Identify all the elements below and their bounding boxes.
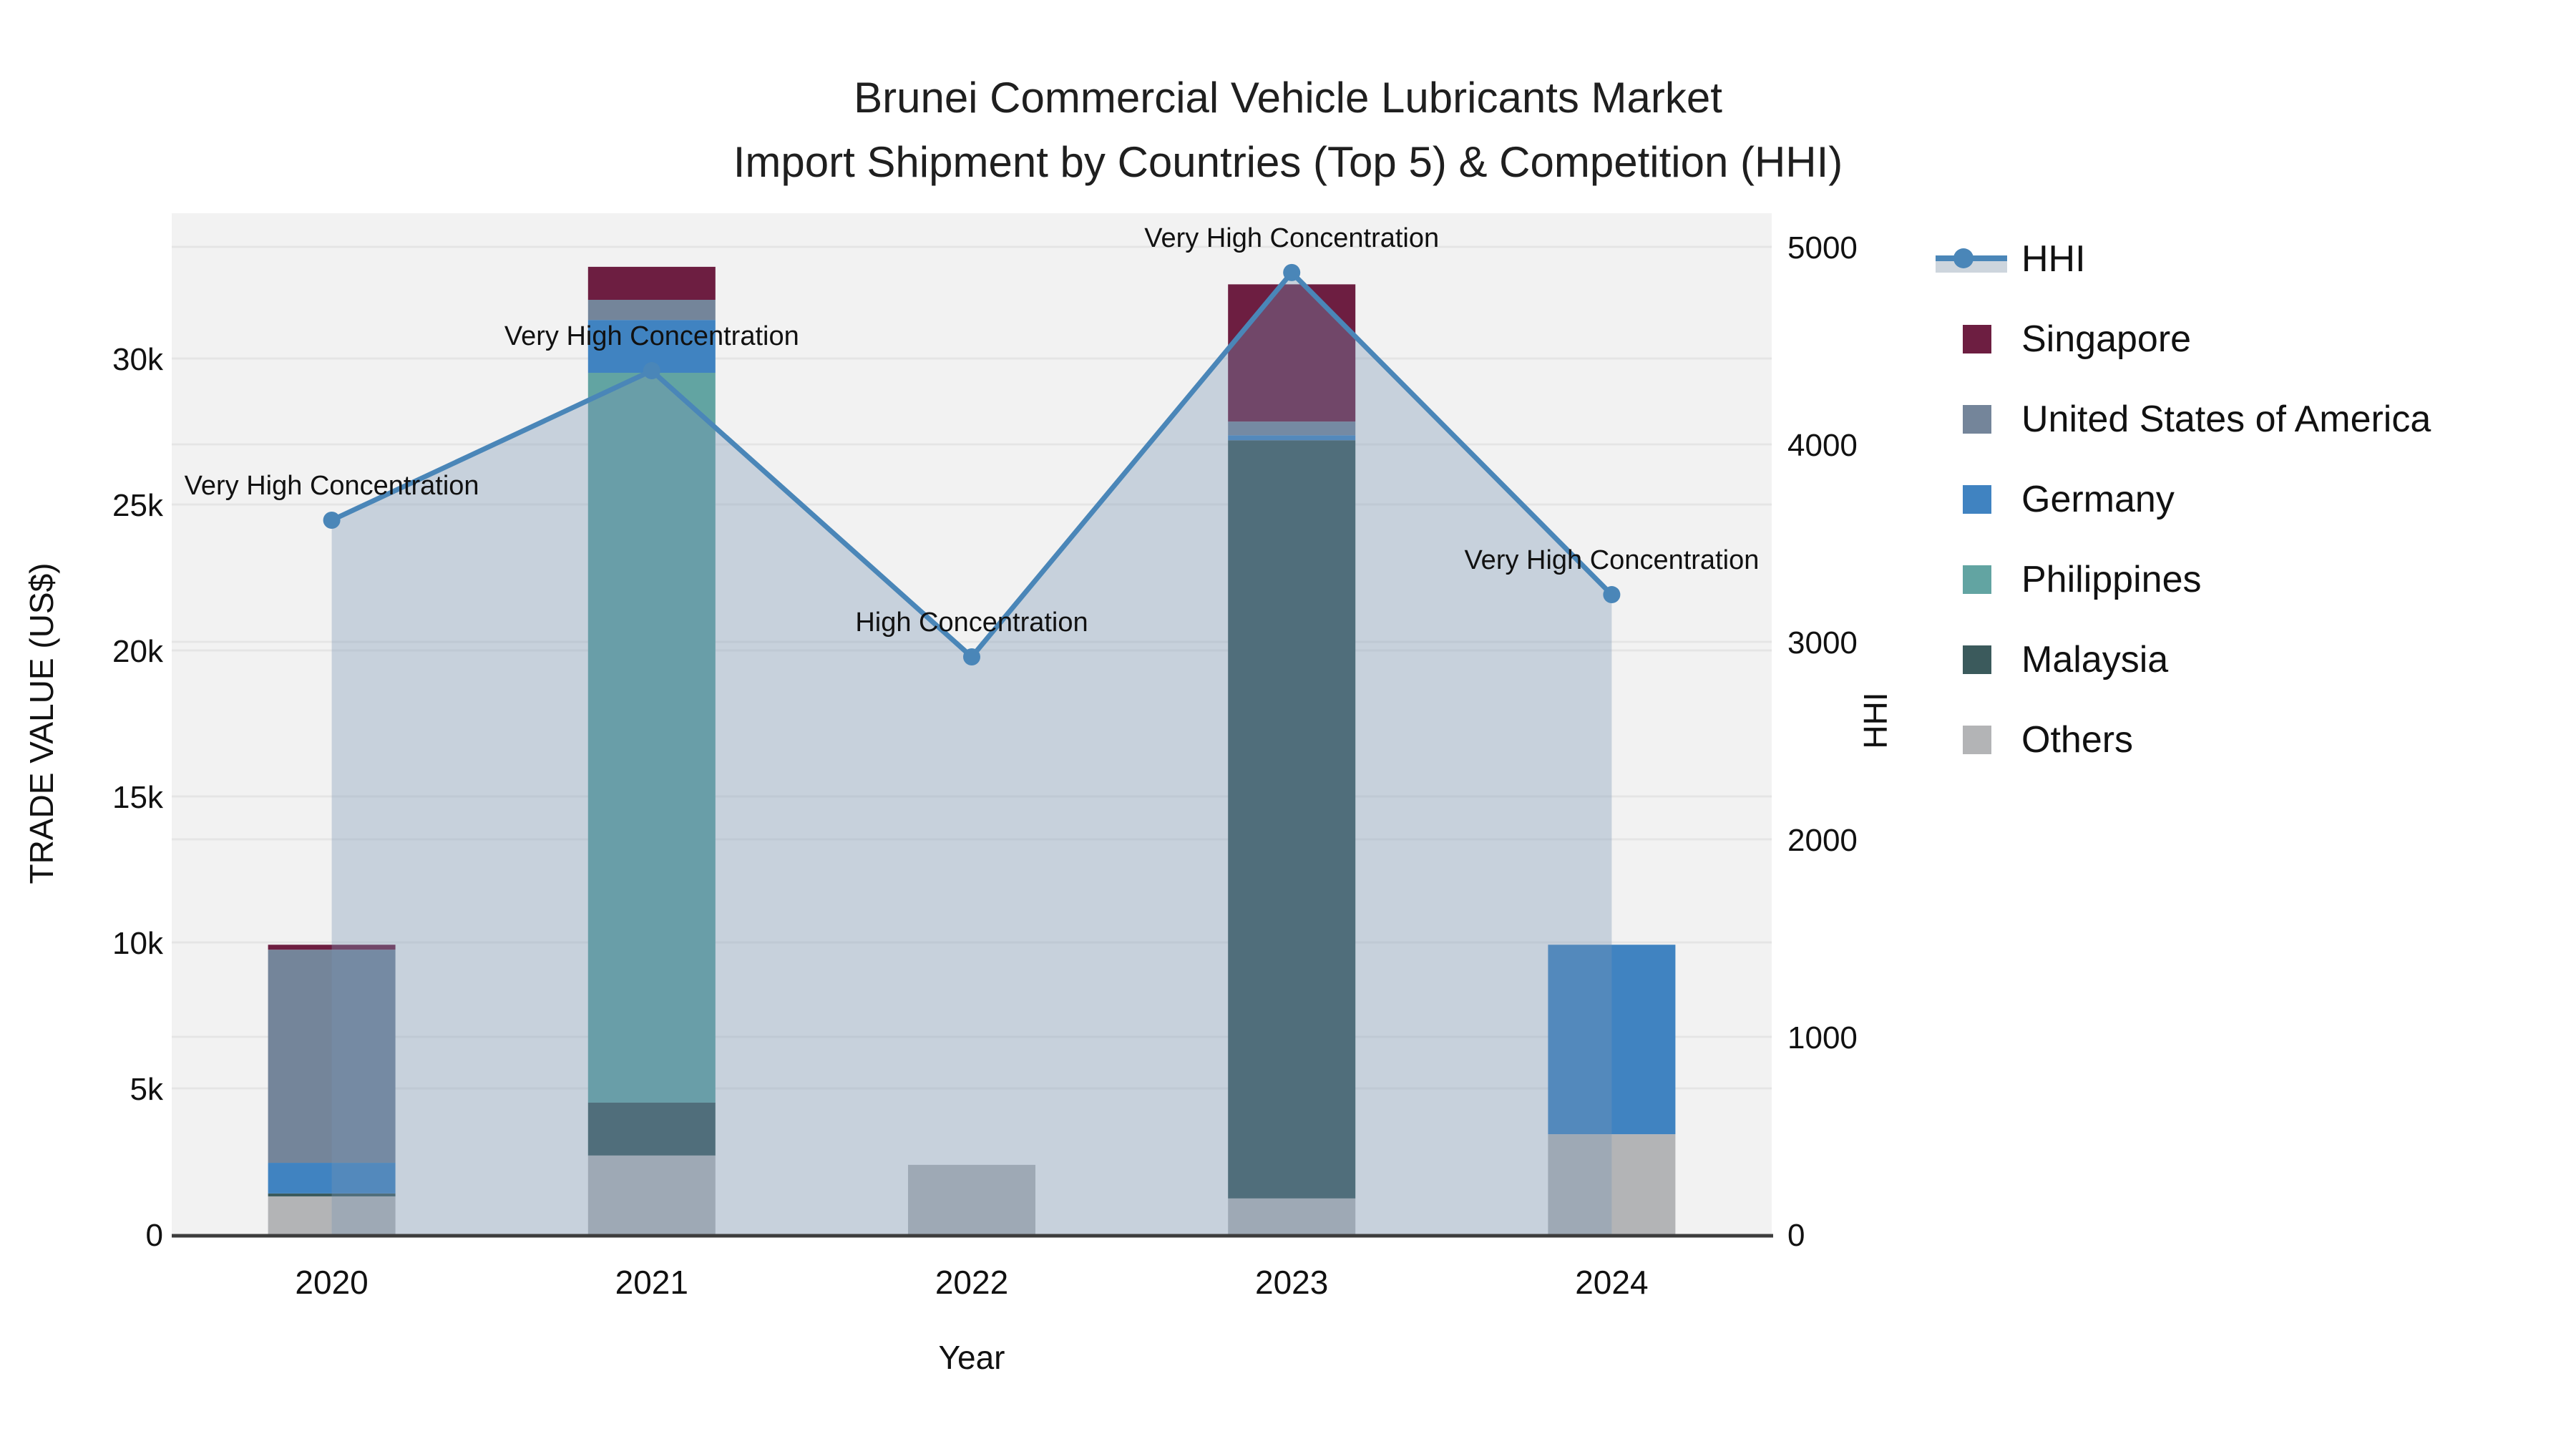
legend-swatch-icon: [1936, 485, 2021, 514]
x-tick-label: 2021: [615, 1264, 688, 1301]
legend-item-singapore[interactable]: Singapore: [1936, 299, 2431, 379]
legend: HHI Singapore United States of America Germ…: [1936, 219, 2431, 780]
legend-swatch-icon: [1936, 645, 2021, 674]
legend-label: Malaysia: [2021, 639, 2169, 680]
y-left-tick-label: 25k: [112, 488, 164, 523]
concentration-annotation: High Concentration: [855, 608, 1088, 638]
chart-title-line2: Import Shipment by Countries (Top 5) & C…: [733, 138, 1843, 186]
legend-label: Others: [2021, 719, 2134, 761]
legend-swatch-icon: [1936, 726, 2021, 754]
hhi-line-icon: [1936, 243, 2021, 275]
legend-item-hhi[interactable]: HHI: [1936, 219, 2431, 299]
hhi-marker[interactable]: [1603, 586, 1621, 604]
y-right-tick-label: 4000: [1787, 428, 1858, 463]
hhi-marker[interactable]: [963, 648, 980, 665]
hhi-legend-sample: [1936, 243, 2007, 275]
x-tick-label: 2023: [1255, 1264, 1328, 1301]
y-right-tick-label: 2000: [1787, 823, 1858, 858]
legend-label: Germany: [2021, 479, 2175, 520]
hhi-marker[interactable]: [323, 511, 341, 529]
legend-swatch-icon: [1936, 565, 2021, 594]
y-right-tick-label: 5000: [1787, 230, 1858, 265]
legend-label: Philippines: [2021, 559, 2202, 600]
y-left-tick-label: 30k: [112, 342, 164, 377]
x-tick-label: 2024: [1575, 1264, 1648, 1301]
y-right-tick-label: 0: [1787, 1218, 1805, 1253]
chart-figure: 0 5k 10k 15k 20k 25k 30k 0 1000 2000 3000 4000 5000 2…: [0, 0, 2576, 1449]
legend-item-malaysia[interactable]: Malaysia: [1936, 620, 2431, 700]
y-right-tick-label: 3000: [1787, 625, 1858, 660]
concentration-annotation: Very High Concentration: [1464, 545, 1759, 575]
hhi-marker-dot-icon: [1953, 248, 1974, 268]
y-axis-left-title: TRADE VALUE (US$): [23, 562, 60, 884]
chart-title: Brunei Commercial Vehicle Lubricants Mar…: [0, 66, 2576, 195]
y-left-tick-label: 20k: [112, 634, 164, 669]
y-left-tick-label: 5k: [130, 1072, 164, 1107]
y-right-tick-label: 1000: [1787, 1020, 1858, 1055]
legend-swatch-icon: [1936, 405, 2021, 434]
bar-segment[interactable]: [587, 266, 716, 300]
y-left-tick-label: 0: [146, 1218, 163, 1253]
legend-item-philippines[interactable]: Philippines: [1936, 540, 2431, 620]
x-tick-label: 2020: [295, 1264, 368, 1301]
y-axis-right-title: HHI: [1857, 692, 1894, 749]
concentration-annotation: Very High Concentration: [185, 471, 479, 501]
y-left-tick-label: 15k: [112, 780, 164, 815]
legend-swatch-icon: [1936, 325, 2021, 353]
color-swatch-icon: [1963, 565, 1991, 594]
x-axis-title: Year: [938, 1339, 1005, 1376]
legend-label: United States of America: [2021, 399, 2431, 440]
color-swatch-icon: [1963, 405, 1991, 434]
color-swatch-icon: [1963, 325, 1991, 353]
color-swatch-icon: [1963, 645, 1991, 674]
legend-label: Singapore: [2021, 318, 2192, 360]
chart-title-line1: Brunei Commercial Vehicle Lubricants Mar…: [854, 74, 1722, 122]
concentration-annotation: Very High Concentration: [504, 321, 799, 351]
concentration-annotation: Very High Concentration: [1144, 223, 1439, 253]
y-left-tick-label: 10k: [112, 926, 164, 961]
color-swatch-icon: [1963, 485, 1991, 514]
hhi-marker[interactable]: [1283, 263, 1301, 281]
color-swatch-icon: [1963, 726, 1991, 754]
x-tick-label: 2022: [935, 1264, 1008, 1301]
legend-item-germany[interactable]: Germany: [1936, 459, 2431, 540]
hhi-marker[interactable]: [643, 362, 660, 380]
legend-label: HHI: [2021, 238, 2086, 280]
legend-item-united-states-of-america[interactable]: United States of America: [1936, 379, 2431, 459]
legend-item-others[interactable]: Others: [1936, 700, 2431, 780]
bar-segment[interactable]: [587, 299, 716, 321]
